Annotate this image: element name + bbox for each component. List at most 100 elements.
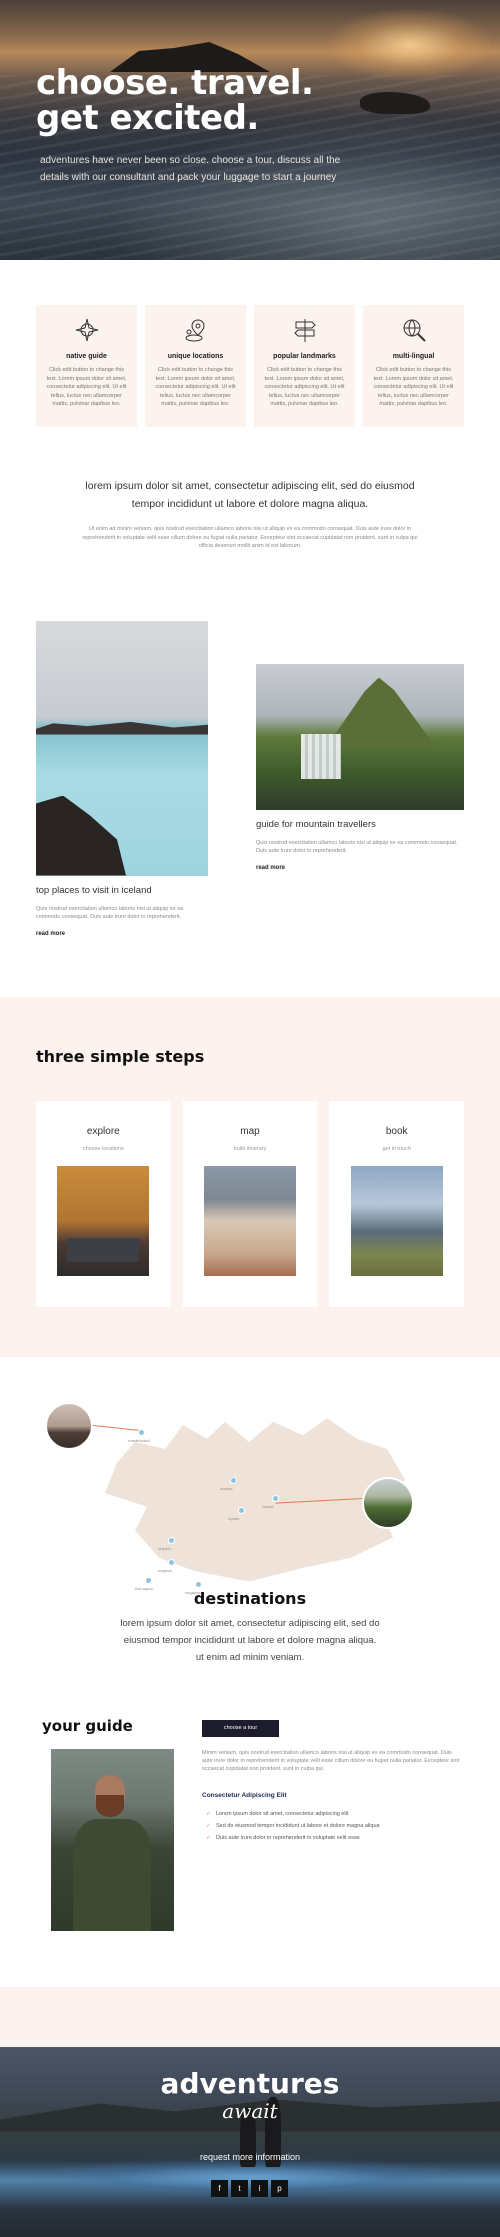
map-marker[interactable] <box>145 1576 152 1584</box>
step-card[interactable]: book get in touch <box>329 1100 465 1307</box>
iceland-map <box>105 1418 405 1582</box>
feature-title: native guide <box>66 353 107 360</box>
social-links: f t i p <box>211 2179 288 2197</box>
feature-title: popular landmarks <box>273 353 336 360</box>
instagram-icon[interactable]: i <box>251 2179 268 2197</box>
destinations-heading: destinations <box>193 1588 307 1608</box>
read-more-link[interactable]: read more <box>256 865 285 871</box>
map-marker[interactable] <box>168 1558 175 1566</box>
list-item: ✓ Lorem ipsum dolor sit amet, consectetur… <box>206 1808 380 1820</box>
list-item: ✓ Sed do eiusmod tempor incididunt ut lab… <box>206 1820 380 1832</box>
map-marker[interactable] <box>230 1476 237 1484</box>
steps-heading: three simple steps <box>36 1046 205 1066</box>
map-marker-label: myvatn <box>228 1516 240 1521</box>
paper-map-photo <box>204 1165 296 1276</box>
couple-jumping-photo <box>350 1165 443 1276</box>
destination-photo-circle[interactable] <box>362 1476 414 1529</box>
list-item-text: Duis aute irure dolor in reprehenderit i… <box>216 1834 360 1841</box>
signpost-icon <box>293 319 316 342</box>
guide-heading: your guide <box>42 1716 133 1735</box>
step-subtitle: build itinerary <box>233 1145 267 1152</box>
mountain-peak <box>326 677 436 748</box>
map-marker-label: snaefellsjokull <box>128 1438 150 1443</box>
hero-title-line1: choose. travel. <box>36 63 314 103</box>
map-marker[interactable] <box>168 1536 175 1544</box>
map-marker[interactable] <box>272 1494 279 1502</box>
feature-card: native guide Click edit button to change… <box>36 305 137 427</box>
hero-section: choose. travel. get excited. adventures … <box>0 0 500 260</box>
feature-card: unique locations Click edit button to ch… <box>145 305 246 427</box>
guide-checklist: ✓ Lorem ipsum dolor sit amet, consectetur… <box>206 1808 380 1844</box>
steps-section: three simple steps explore choose locati… <box>0 996 500 1357</box>
laptop <box>67 1237 140 1262</box>
location-pin-icon <box>185 319 205 342</box>
intro-section: lorem ipsum dolor sit amet, consectetur … <box>0 477 500 551</box>
feature-title: unique locations <box>167 353 224 360</box>
section-spacer <box>0 1986 500 2047</box>
choose-tour-button[interactable]: choose a tour <box>202 1719 279 1737</box>
feature-card: multi-lingual Click edit button to chang… <box>363 305 464 427</box>
feature-text: Click edit button to change this text. L… <box>373 367 454 407</box>
footer-hero: adventures await request more informatio… <box>0 2046 500 2237</box>
list-item-text: Lorem ipsum dolor sit amet, consectetur … <box>216 1810 349 1817</box>
step-card[interactable]: explore choose locations <box>36 1100 171 1307</box>
articles-section: top places to visit in iceland Quis nost… <box>0 620 500 981</box>
guide-body <box>73 1818 151 1931</box>
check-icon: ✓ <box>206 1834 211 1841</box>
guide-section: your guide choose a tour Minim veniam, q… <box>0 1717 500 1987</box>
waterfall <box>301 733 341 779</box>
facebook-icon[interactable]: f <box>211 2179 228 2197</box>
guide-subheading: Consectetur Adipiscing Elit <box>202 1791 287 1799</box>
list-item-text: Sed do eiusmod tempor incididunt ut labo… <box>216 1822 380 1829</box>
intro-small-text: Ut enim ad minim veniam, quis nostrud ex… <box>82 526 418 549</box>
destinations-map-section: snaefellsjokull akureyri husavik myvatn … <box>0 1357 500 1687</box>
read-more-link[interactable]: read more <box>36 931 65 937</box>
features-row: native guide Click edit button to change… <box>0 305 500 427</box>
guide-description: Minim veniam, quis nostrud exercitation … <box>202 1749 460 1772</box>
hero-text: adventures have never been so close. cho… <box>40 155 341 183</box>
compass-icon <box>75 318 98 342</box>
hero-title-line2: get excited. <box>36 98 259 138</box>
intro-lead: lorem ipsum dolor sit amet, consectetur … <box>85 480 415 510</box>
step-title: book <box>385 1125 408 1137</box>
feature-card: popular landmarks Click edit button to c… <box>254 305 355 427</box>
step-subtitle: get in touch <box>382 1145 411 1152</box>
globe-search-icon <box>403 319 426 342</box>
map-marker-label: kirkjufell <box>158 1546 171 1551</box>
footer-await-script: await <box>222 2098 278 2123</box>
destination-photo-circle[interactable] <box>45 1401 93 1450</box>
mountain-waterfall-photo[interactable] <box>256 663 464 810</box>
hero-title: choose. travel. get excited. <box>36 66 436 136</box>
check-icon: ✓ <box>206 1822 211 1829</box>
step-title: explore <box>86 1125 120 1137</box>
steps-row: explore choose locations map build itine… <box>36 1100 465 1307</box>
article-title[interactable]: guide for mountain travellers <box>256 819 464 830</box>
blue-lagoon-photo[interactable] <box>36 620 208 876</box>
pinterest-icon[interactable]: p <box>271 2179 288 2197</box>
map-marker[interactable] <box>238 1506 245 1514</box>
map-marker-label: reykjavik <box>158 1568 172 1573</box>
footer-title: adventures <box>160 2066 340 2100</box>
destinations-description: lorem ipsum dolor sit amet, consectetur … <box>120 1617 380 1663</box>
feature-title: multi-lingual <box>392 353 435 360</box>
lava-rocks <box>36 795 126 876</box>
guide-portrait-photo <box>51 1748 174 1931</box>
map-marker[interactable] <box>195 1580 202 1588</box>
map-marker[interactable] <box>138 1428 145 1436</box>
map-marker-label: husavik <box>262 1504 274 1509</box>
guide-beard <box>96 1794 124 1817</box>
connector-line <box>92 1424 139 1431</box>
feature-text: Click edit button to change this text. L… <box>46 367 127 407</box>
article-excerpt: Quis nostrud exercitation ullamco labori… <box>36 905 184 920</box>
map-marker-label: akureyri <box>220 1486 233 1491</box>
request-info-link[interactable]: request more information <box>0 2152 500 2162</box>
feature-text: Click edit button to change this text. L… <box>155 367 236 407</box>
check-icon: ✓ <box>206 1810 211 1817</box>
step-card[interactable]: map build itinerary <box>182 1100 318 1307</box>
twitter-icon[interactable]: t <box>231 2179 248 2197</box>
step-title: map <box>240 1125 260 1137</box>
article-card: top places to visit in iceland Quis nost… <box>36 620 208 940</box>
laptop-photo <box>57 1165 150 1276</box>
feature-text: Click edit button to change this text. L… <box>264 367 345 407</box>
article-title[interactable]: top places to visit in iceland <box>36 885 208 896</box>
